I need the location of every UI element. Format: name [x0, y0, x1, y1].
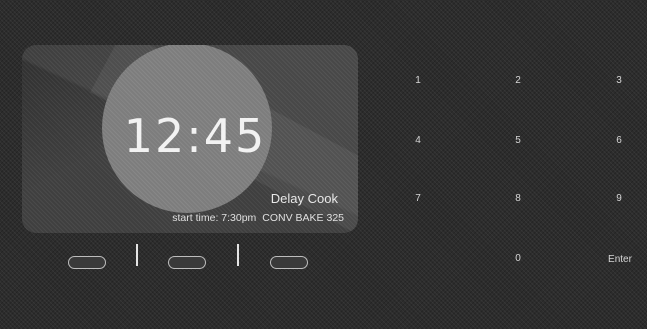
status-line: start time: 7:30pm CONV BAKE 325: [172, 212, 344, 224]
soft-button-right[interactable]: [270, 256, 308, 269]
key-3[interactable]: 3: [599, 70, 639, 92]
divider: [136, 244, 138, 266]
key-1[interactable]: 1: [398, 70, 438, 92]
oven-display: 12:45 Delay Cook start time: 7:30pm CONV …: [22, 45, 358, 233]
soft-button-center[interactable]: [168, 256, 206, 269]
cook-mode-label: Delay Cook: [270, 191, 338, 206]
clock-time: 12:45: [123, 109, 267, 163]
key-6[interactable]: 6: [599, 130, 639, 152]
key-7[interactable]: 7: [398, 188, 438, 210]
key-8[interactable]: 8: [498, 188, 538, 210]
key-4[interactable]: 4: [398, 130, 438, 152]
key-0[interactable]: 0: [498, 248, 538, 270]
key-5[interactable]: 5: [498, 130, 538, 152]
enter-key[interactable]: Enter: [600, 249, 640, 271]
soft-button-left[interactable]: [68, 256, 106, 269]
key-9[interactable]: 9: [599, 188, 639, 210]
divider: [237, 244, 239, 266]
program-label: CONV BAKE 325: [262, 212, 344, 224]
key-2[interactable]: 2: [498, 70, 538, 92]
start-time-label: start time: 7:30pm: [172, 212, 257, 224]
